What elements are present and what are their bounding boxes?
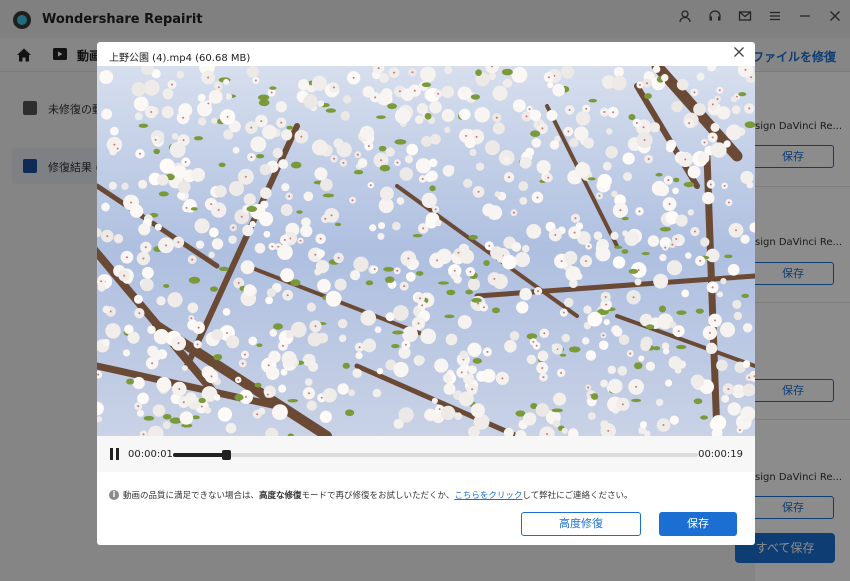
video-image (97, 66, 755, 436)
preview-dialog: 上野公園 (4).mp4 (60.68 MB) 00:00:01 00:00:1… (97, 42, 755, 545)
current-time: 00:00:01 (128, 449, 173, 460)
total-time: 00:00:19 (698, 449, 743, 460)
pause-icon[interactable] (109, 448, 121, 460)
seek-bar-progress (173, 453, 226, 457)
notice-text: モードで再び修復をお試しいただくか、 (301, 491, 455, 501)
notice-advanced-mode: 高度な修復 (259, 491, 302, 501)
seek-bar-handle[interactable] (221, 450, 231, 460)
notice-text: 動画の品質に満足できない場合は、 (123, 491, 260, 501)
quality-notice: i 動画の品質に満足できない場合は、 高度な修復 モードで再び修復をお試しいただくか… (109, 489, 632, 501)
preview-file-title: 上野公園 (4).mp4 (60.68 MB) (109, 53, 251, 64)
video-frame[interactable] (97, 66, 755, 436)
info-icon: i (109, 490, 119, 500)
close-icon[interactable] (731, 46, 747, 62)
notice-text: して弊社にご連絡ください。 (522, 491, 633, 501)
seek-bar[interactable] (173, 450, 698, 460)
advanced-repair-button[interactable]: 高度修復 (521, 512, 641, 536)
contact-link[interactable]: こちらをクリック (454, 489, 522, 501)
save-button[interactable]: 保存 (659, 512, 737, 536)
player-controls: 00:00:01 00:00:19 (97, 436, 755, 472)
